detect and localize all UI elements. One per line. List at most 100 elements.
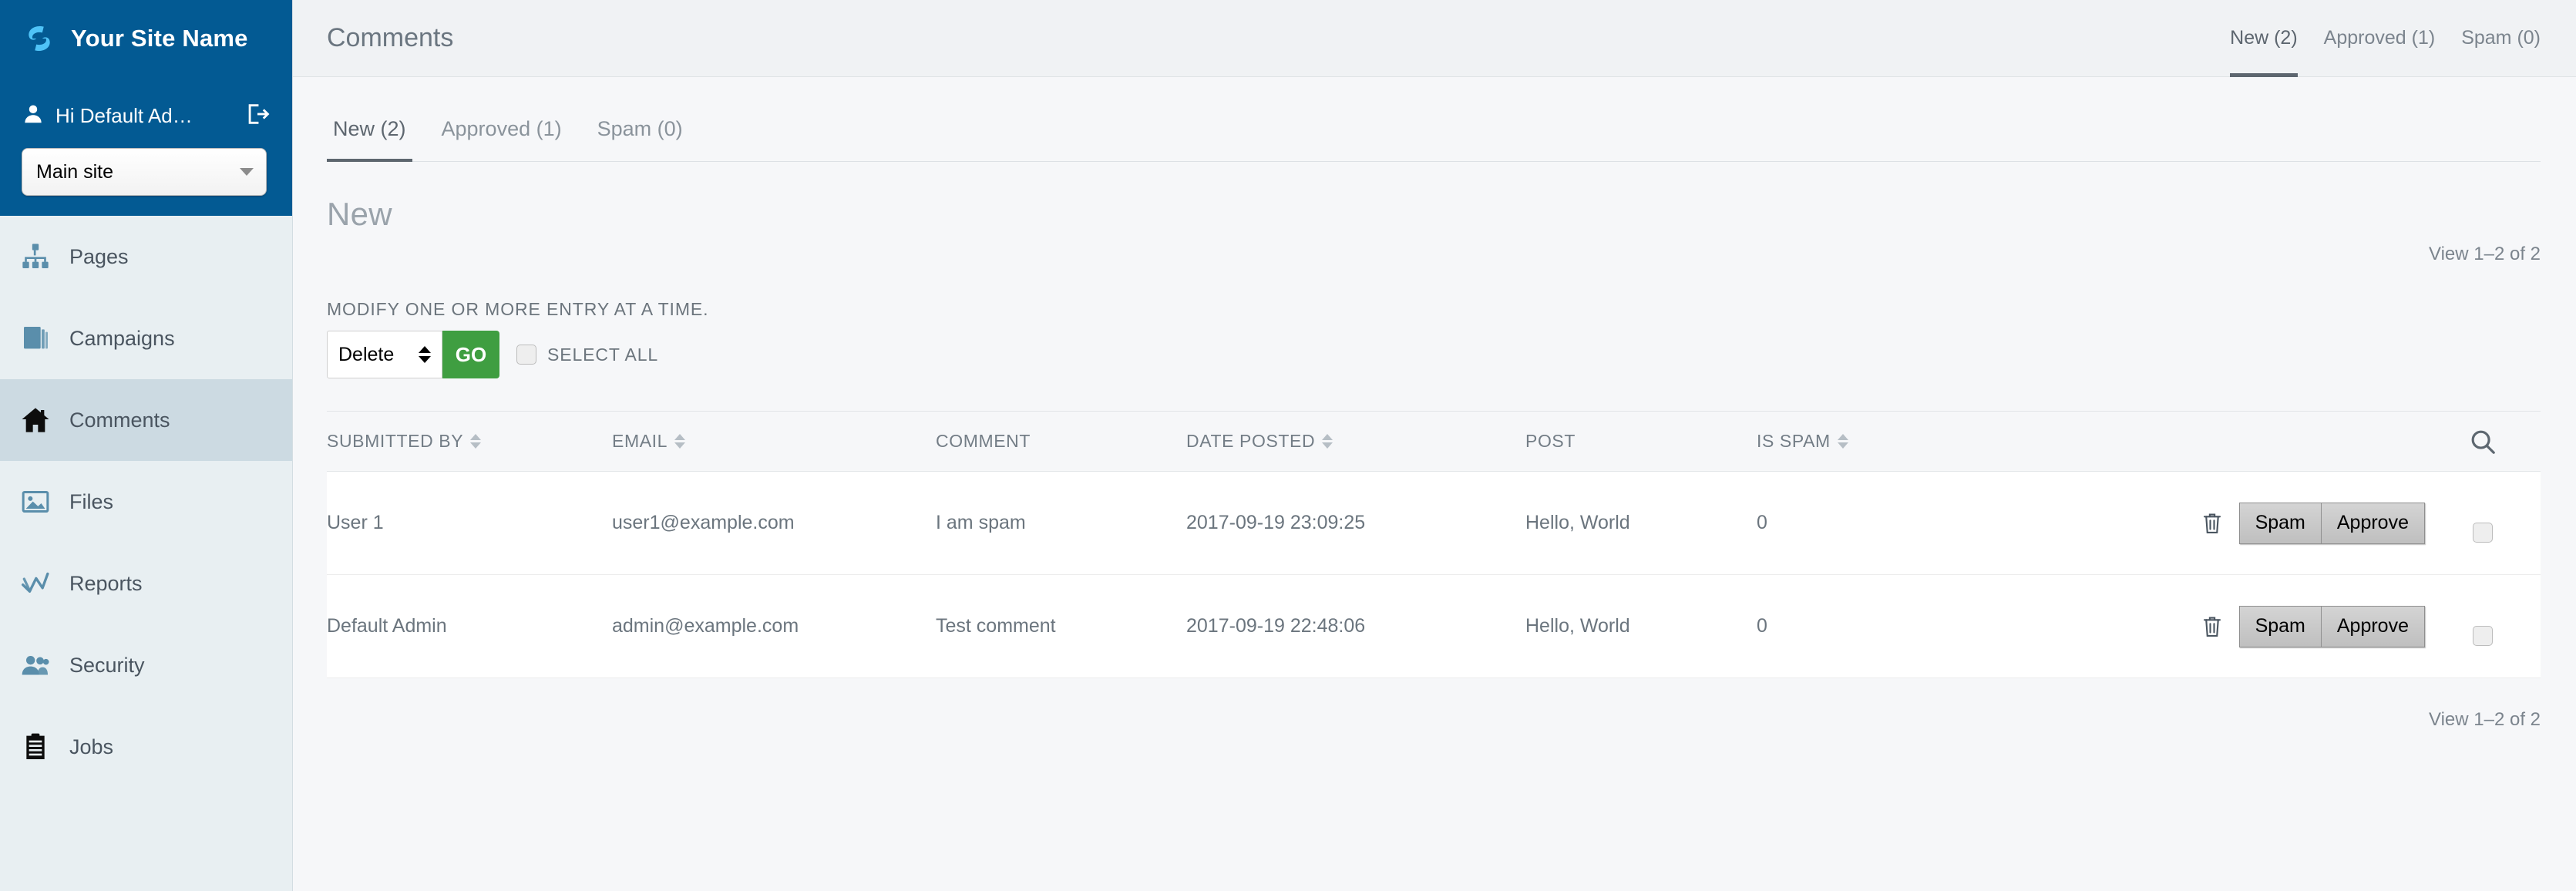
- sidebar-item-label: Campaigns: [69, 326, 175, 350]
- row-select-wrap: [2425, 503, 2541, 543]
- column-label: POST: [1525, 431, 1576, 451]
- select-all-label: SELECT ALL: [547, 344, 659, 365]
- cell-date-posted: 2017-09-19 23:09:25: [1186, 512, 1366, 533]
- cell-submitted-by: User 1: [327, 512, 384, 533]
- comments-table: SUBMITTED BY EMAIL COMMENT DATE POSTED P…: [327, 411, 2541, 678]
- table-row[interactable]: Default Admin admin@example.com Test com…: [327, 575, 2541, 678]
- spam-button[interactable]: Spam: [2238, 605, 2321, 647]
- column-label: EMAIL: [612, 431, 668, 451]
- layers-icon: [20, 323, 51, 354]
- image-icon: [20, 486, 51, 517]
- column-header-email[interactable]: EMAIL: [612, 431, 936, 452]
- sort-icon: [1322, 434, 1333, 449]
- site-selector-value: Main site: [36, 160, 114, 183]
- column-header-submitted-by[interactable]: SUBMITTED BY: [327, 431, 612, 452]
- view-count-bottom: View 1–2 of 2: [327, 678, 2541, 731]
- top-tab-approved[interactable]: Approved (1): [2324, 0, 2436, 77]
- column-label: COMMENT: [936, 431, 1031, 451]
- top-tab-label: Approved (1): [2323, 27, 2436, 49]
- sidebar-item-comments[interactable]: Comments: [0, 379, 292, 461]
- cell-date-posted: 2017-09-19 22:48:06: [1186, 615, 1366, 637]
- main-area: Comments New (2) Approved (1) Spam (0) N…: [293, 0, 2576, 891]
- column-header-comment: COMMENT: [936, 431, 1186, 452]
- sidebar-user-row: Hi Default Ad…: [22, 94, 271, 137]
- bulk-action-value: Delete: [338, 343, 395, 365]
- sort-icon: [674, 434, 686, 449]
- section-title: New: [327, 196, 392, 232]
- site-selector[interactable]: Main site: [22, 148, 267, 196]
- chevron-down-icon: [240, 168, 254, 176]
- sidebar-item-files[interactable]: Files: [0, 461, 292, 543]
- spam-button[interactable]: Spam: [2238, 502, 2321, 544]
- content-area: New (2) Approved (1) Spam (0) New View 1…: [293, 77, 2576, 891]
- cell-comment: I am spam: [936, 512, 1026, 533]
- sidebar-nav: Pages Campaigns Comments Files Reports S…: [0, 216, 292, 891]
- sidebar-item-security[interactable]: Security: [0, 624, 292, 706]
- cell-post: Hello, World: [1525, 615, 1630, 637]
- select-all-control[interactable]: SELECT ALL: [516, 345, 658, 365]
- top-tabs: New (2) Approved (1) Spam (0): [2230, 0, 2541, 77]
- cell-comment: Test comment: [936, 615, 1056, 637]
- column-header-is-spam[interactable]: IS SPAM: [1757, 431, 2011, 452]
- app-root: Your Site Name Hi Default Ad… Main site …: [0, 0, 2576, 891]
- bulk-actions-label: MODIFY ONE OR MORE ENTRY AT A TIME.: [327, 299, 709, 319]
- sidebar-user-block: Hi Default Ad… Main site: [0, 77, 292, 216]
- top-tab-label: Spam (0): [2461, 27, 2541, 49]
- stepper-arrows-icon: [419, 346, 431, 363]
- cell-submitted-by: Default Admin: [327, 615, 447, 637]
- sidebar: Your Site Name Hi Default Ad… Main site …: [0, 0, 293, 891]
- bulk-action-select[interactable]: Delete: [327, 331, 442, 378]
- column-label: SUBMITTED BY: [327, 431, 464, 451]
- row-select-checkbox[interactable]: [2473, 625, 2493, 646]
- trash-icon[interactable]: [2201, 614, 2224, 640]
- sort-icon: [470, 434, 482, 449]
- approve-button[interactable]: Approve: [2320, 502, 2425, 544]
- column-header-post: POST: [1525, 431, 1757, 452]
- tab-spam[interactable]: Spam (0): [591, 117, 689, 161]
- s-swirl-logo-icon: [22, 21, 57, 56]
- tab-label: Spam (0): [597, 117, 683, 140]
- table-header-row: SUBMITTED BY EMAIL COMMENT DATE POSTED P…: [327, 412, 2541, 472]
- sidebar-item-label: Reports: [69, 571, 143, 595]
- cell-is-spam: 0: [1757, 615, 1767, 637]
- home-icon: [20, 405, 51, 435]
- sidebar-user-greeting: Hi Default Ad…: [55, 103, 193, 127]
- sidebar-item-campaigns[interactable]: Campaigns: [0, 298, 292, 379]
- table-row[interactable]: User 1 user1@example.com I am spam 2017-…: [327, 472, 2541, 575]
- cell-actions: Spam Approve: [2011, 605, 2541, 647]
- sidebar-brand[interactable]: Your Site Name: [0, 0, 292, 77]
- tab-label: New (2): [333, 117, 406, 140]
- select-all-checkbox[interactable]: [516, 345, 536, 365]
- sidebar-item-pages[interactable]: Pages: [0, 216, 292, 298]
- top-tab-label: New (2): [2230, 27, 2298, 49]
- tab-new[interactable]: New (2): [327, 117, 412, 162]
- row-select-checkbox[interactable]: [2473, 522, 2493, 543]
- logout-icon[interactable]: [237, 101, 271, 131]
- user-avatar-icon: [22, 103, 45, 129]
- tab-approved[interactable]: Approved (1): [435, 117, 568, 161]
- row-action-buttons: Spam Approve: [2201, 502, 2425, 544]
- bottom-spacer: [327, 731, 2541, 891]
- sort-icon: [1837, 434, 1848, 449]
- search-icon[interactable]: [2425, 427, 2541, 456]
- approve-button[interactable]: Approve: [2320, 605, 2425, 647]
- sidebar-item-label: Jobs: [69, 735, 114, 758]
- go-button[interactable]: GO: [442, 331, 499, 378]
- brand-name: Your Site Name: [71, 25, 248, 52]
- row-action-buttons: Spam Approve: [2201, 605, 2425, 647]
- trash-icon[interactable]: [2201, 510, 2224, 536]
- page-title: Comments: [327, 23, 454, 52]
- sidebar-item-reports[interactable]: Reports: [0, 543, 292, 624]
- sidebar-item-label: Security: [69, 653, 145, 677]
- tab-label: Approved (1): [441, 117, 562, 140]
- clipboard-icon: [20, 731, 51, 762]
- chart-line-icon: [20, 568, 51, 599]
- row-select-wrap: [2425, 606, 2541, 646]
- column-label: DATE POSTED: [1186, 431, 1316, 451]
- top-tab-new[interactable]: New (2): [2230, 0, 2298, 77]
- column-header-date-posted[interactable]: DATE POSTED: [1186, 431, 1525, 452]
- sidebar-item-label: Comments: [69, 408, 170, 432]
- sidebar-item-jobs[interactable]: Jobs: [0, 706, 292, 788]
- view-count-top: View 1–2 of 2: [2429, 244, 2541, 264]
- top-tab-spam[interactable]: Spam (0): [2461, 0, 2541, 77]
